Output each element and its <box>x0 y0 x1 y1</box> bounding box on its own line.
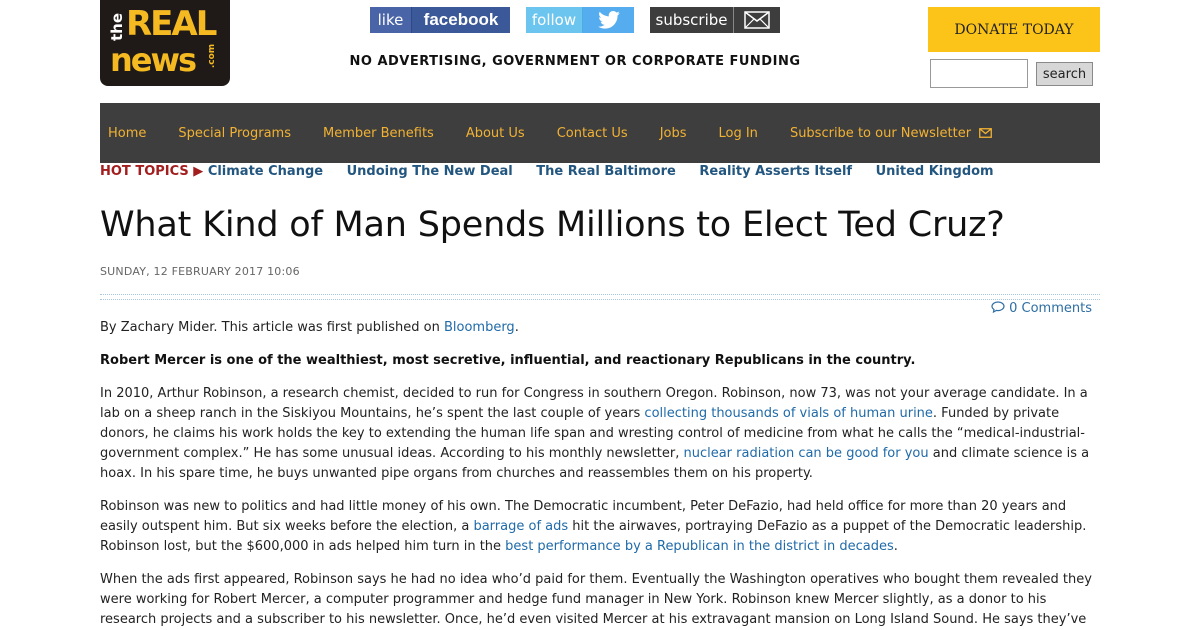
twitter-bird-icon <box>583 7 634 33</box>
hot-topic-link[interactable]: Climate Change <box>208 164 323 179</box>
nav-item-home[interactable]: Home <box>100 126 154 141</box>
inline-link[interactable]: nuclear radiation can be good for you <box>683 446 928 461</box>
logo-real-text: REAL <box>126 4 217 44</box>
inline-link[interactable]: barrage of ads <box>473 519 568 534</box>
hot-topic-link[interactable]: United Kingdom <box>876 164 994 179</box>
nav-item-member-benefits[interactable]: Member Benefits <box>315 126 442 141</box>
logo-news-text: news <box>110 41 197 79</box>
nav-item-newsletter[interactable]: Subscribe to our Newsletter <box>782 126 1000 141</box>
hot-topic-link[interactable]: Undoing The New Deal <box>347 164 513 179</box>
hot-topic-link[interactable]: Reality Asserts Itself <box>699 164 852 179</box>
nav-item-jobs[interactable]: Jobs <box>652 126 695 141</box>
facebook-like-label: like <box>370 7 412 33</box>
donate-button[interactable]: DONATE TODAY <box>928 7 1100 52</box>
logo-the-text: the <box>108 12 126 41</box>
article-body: By Zachary Mider. This article was first… <box>100 318 1100 630</box>
article-title: What Kind of Man Spends Millions to Elec… <box>100 205 1005 245</box>
paragraph: In 2010, Arthur Robinson, a research che… <box>100 384 1100 484</box>
nav-item-about-us[interactable]: About Us <box>458 126 533 141</box>
divider <box>100 294 1100 300</box>
hot-topics-bar: HOT TOPICS ▶ Climate Change Undoing The … <box>100 164 1013 179</box>
main-nav: Home Special Programs Member Benefits Ab… <box>100 103 1100 163</box>
byline: By Zachary Mider. This article was first… <box>100 318 1100 338</box>
envelope-icon <box>734 7 780 33</box>
paragraph: Robinson was new to politics and had lit… <box>100 497 1100 557</box>
article-date: SUNDAY, 12 FEBRUARY 2017 10:06 <box>100 265 300 278</box>
facebook-like-button[interactable]: like facebook <box>370 7 510 33</box>
logo-com-text: .com <box>206 43 217 69</box>
byline-text: By Zachary Mider. This article was first… <box>100 320 444 335</box>
envelope-icon <box>979 127 993 138</box>
comment-bubble-icon <box>991 301 1005 314</box>
site-logo[interactable]: the REAL news .com <box>100 0 230 86</box>
funding-tagline: NO ADVERTISING, GOVERNMENT OR CORPORATE … <box>349 54 801 69</box>
comments-count: 0 Comments <box>1009 301 1092 316</box>
search-input[interactable] <box>930 59 1028 88</box>
search-button[interactable]: search <box>1036 62 1093 86</box>
inline-link[interactable]: collecting thousands of vials of human u… <box>644 406 933 421</box>
nav-item-newsletter-label: Subscribe to our Newsletter <box>789 125 972 141</box>
paragraph: When the ads first appeared, Robinson sa… <box>100 572 1092 627</box>
subscribe-label: subscribe <box>650 7 734 33</box>
comments-link[interactable]: 0 Comments <box>991 301 1092 316</box>
inline-link[interactable]: best performance by a Republican in the … <box>505 539 894 554</box>
nav-item-contact-us[interactable]: Contact Us <box>549 126 636 141</box>
twitter-follow-label: follow <box>526 7 583 33</box>
twitter-follow-button[interactable]: follow <box>526 7 634 33</box>
subscribe-button[interactable]: subscribe <box>650 7 780 33</box>
nav-item-log-in[interactable]: Log In <box>711 126 766 141</box>
hot-topic-link[interactable]: The Real Baltimore <box>536 164 676 179</box>
article-lead: Robert Mercer is one of the wealthiest, … <box>100 353 916 368</box>
facebook-icon: facebook <box>412 7 510 33</box>
source-link[interactable]: Bloomberg <box>444 320 515 335</box>
byline-end: . <box>514 320 519 335</box>
paragraph-text: . <box>893 539 898 554</box>
nav-item-special-programs[interactable]: Special Programs <box>170 126 299 141</box>
hot-topics-label: HOT TOPICS ▶ <box>100 164 204 179</box>
